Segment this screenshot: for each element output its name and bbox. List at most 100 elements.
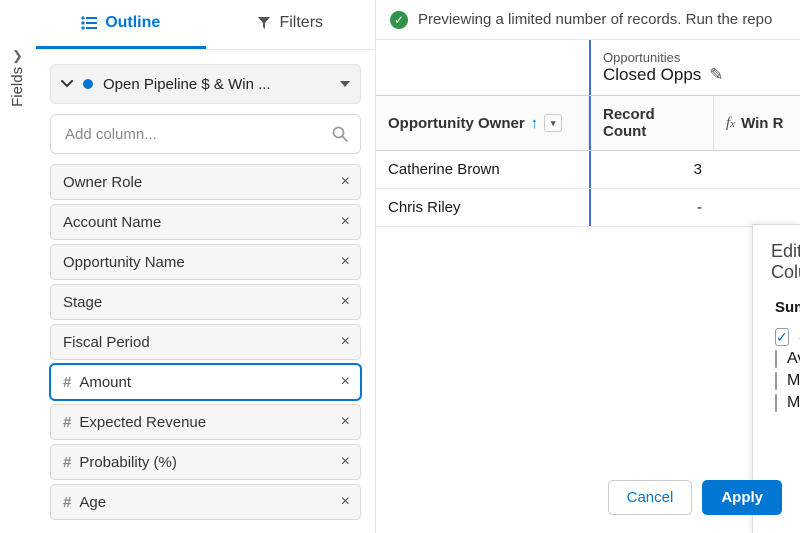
grid-header-spacer xyxy=(376,40,589,95)
summarize-label: Summarize xyxy=(775,299,778,316)
number-icon: # xyxy=(63,374,71,391)
column-item-label: Expected Revenue xyxy=(79,414,332,431)
summarize-option[interactable]: Max xyxy=(775,372,778,390)
group-parent-label: Opportunities xyxy=(603,50,788,65)
cell-owner: Chris Riley xyxy=(376,189,589,226)
remove-column-icon[interactable]: × xyxy=(341,453,350,471)
column-item[interactable]: Owner Role × xyxy=(50,164,361,200)
grid-column-group[interactable]: Opportunities Closed Opps ✎ xyxy=(589,40,800,95)
number-icon: # xyxy=(63,414,71,431)
sort-ascending-icon: ↑ xyxy=(531,115,539,132)
fields-rail-text: Fields xyxy=(9,67,26,107)
cell-record-count: 3 xyxy=(589,151,714,188)
cell-win-rate xyxy=(714,189,800,226)
column-list: Owner Role×Account Name×Opportunity Name… xyxy=(50,164,361,520)
filter-icon xyxy=(257,16,271,30)
group-title: Closed Opps ✎ xyxy=(603,65,788,85)
preview-banner-text: Previewing a limited number of records. … xyxy=(418,11,772,28)
summarize-option-label: Max xyxy=(787,372,800,390)
column-item[interactable]: Opportunity Name × xyxy=(50,244,361,280)
grid-body: Catherine Brown3Chris Riley- xyxy=(376,151,800,227)
popover-title: Edit Column xyxy=(771,241,800,283)
status-dot-icon xyxy=(83,79,93,89)
column-item-label: Fiscal Period xyxy=(63,334,333,351)
column-menu-icon[interactable]: ▾ xyxy=(544,114,562,132)
column-item[interactable]: # Expected Revenue × xyxy=(50,404,361,440)
column-item[interactable]: # Amount × xyxy=(50,364,361,400)
column-item[interactable]: # Age × xyxy=(50,484,361,520)
column-item-label: Owner Role xyxy=(63,174,333,191)
column-header-record-count-label: Record Count xyxy=(603,106,701,140)
summarize-options: ✓Sum Average Max Min xyxy=(775,328,778,412)
cancel-button[interactable]: Cancel xyxy=(608,480,693,515)
report-selector[interactable]: Open Pipeline $ & Win ... xyxy=(50,64,361,104)
grid-header-row: Opportunity Owner ↑ ▾ Record Count fx Wi… xyxy=(376,96,800,151)
table-row[interactable]: Chris Riley- xyxy=(376,189,800,227)
summarize-option[interactable]: Min xyxy=(775,394,778,412)
table-row[interactable]: Catherine Brown3 xyxy=(376,151,800,189)
column-header-win-rate-label: Win R xyxy=(741,115,783,132)
main-area: ✓ Previewing a limited number of records… xyxy=(376,0,800,533)
edit-column-popover: Edit Column × Summarize ✓Sum Average Max Mi… xyxy=(752,224,800,533)
remove-column-icon[interactable]: × xyxy=(341,333,350,351)
side-tabs: Outline Filters xyxy=(36,0,375,50)
summarize-option[interactable]: Average xyxy=(775,350,778,368)
summarize-option-label: Min xyxy=(787,394,800,412)
column-item-label: Amount xyxy=(79,374,332,391)
tab-filters-label: Filters xyxy=(279,14,323,32)
column-item[interactable]: Account Name × xyxy=(50,204,361,240)
add-column-search[interactable] xyxy=(50,114,361,154)
checkbox-icon[interactable] xyxy=(775,372,777,390)
fields-rail[interactable]: Fields ❯ xyxy=(0,0,36,533)
popover-body: Summarize ✓Sum Average Max Min xyxy=(753,295,800,466)
column-item-label: Probability (%) xyxy=(79,454,332,471)
formula-icon: fx xyxy=(726,115,735,132)
column-item-label: Age xyxy=(79,494,332,511)
column-item[interactable]: Stage × xyxy=(50,284,361,320)
checkbox-icon[interactable]: ✓ xyxy=(775,328,789,346)
apply-button[interactable]: Apply xyxy=(702,480,782,515)
tab-outline-label: Outline xyxy=(105,14,160,32)
outline-icon xyxy=(81,16,97,30)
checkbox-icon[interactable] xyxy=(775,394,777,412)
number-icon: # xyxy=(63,454,71,471)
tab-filters[interactable]: Filters xyxy=(206,0,376,49)
summarize-option-label: Average xyxy=(787,350,800,368)
remove-column-icon[interactable]: × xyxy=(341,413,350,431)
caret-down-icon xyxy=(340,81,350,87)
group-title-text: Closed Opps xyxy=(603,65,701,85)
remove-column-icon[interactable]: × xyxy=(341,253,350,271)
column-header-record-count[interactable]: Record Count xyxy=(589,96,714,150)
column-header-owner-label: Opportunity Owner xyxy=(388,115,525,132)
remove-column-icon[interactable]: × xyxy=(341,493,350,511)
chevron-down-icon xyxy=(61,80,73,88)
remove-column-icon[interactable]: × xyxy=(341,293,350,311)
column-item[interactable]: Fiscal Period × xyxy=(50,324,361,360)
cell-record-count: - xyxy=(589,189,714,226)
popover-header: Edit Column × xyxy=(753,225,800,295)
column-header-owner[interactable]: Opportunity Owner ↑ ▾ xyxy=(376,96,589,150)
column-item-label: Stage xyxy=(63,294,333,311)
fields-rail-label: Fields ❯ xyxy=(9,50,26,107)
column-item[interactable]: # Probability (%) × xyxy=(50,444,361,480)
checkbox-icon[interactable] xyxy=(775,350,777,368)
column-item-label: Account Name xyxy=(63,214,333,231)
summarize-option[interactable]: ✓Sum xyxy=(775,328,778,346)
edit-icon[interactable]: ✎ xyxy=(709,65,723,85)
column-header-win-rate[interactable]: fx Win R xyxy=(714,96,800,150)
remove-column-icon[interactable]: × xyxy=(341,213,350,231)
column-item-label: Opportunity Name xyxy=(63,254,333,271)
tab-outline[interactable]: Outline xyxy=(36,0,206,49)
popover-footer: Cancel Apply xyxy=(753,466,800,533)
success-icon: ✓ xyxy=(390,11,408,29)
add-column-input[interactable] xyxy=(63,125,324,144)
panel-body: Open Pipeline $ & Win ... Owner Role×Acc… xyxy=(36,50,375,520)
remove-column-icon[interactable]: × xyxy=(341,173,350,191)
search-icon xyxy=(332,126,348,142)
cell-owner: Catherine Brown xyxy=(376,151,589,188)
side-panel: Outline Filters Open Pipeline $ & Win ..… xyxy=(36,0,376,533)
remove-column-icon[interactable]: × xyxy=(341,373,350,391)
number-icon: # xyxy=(63,494,71,511)
grid-header-group-row: Opportunities Closed Opps ✎ xyxy=(376,40,800,96)
report-selector-label: Open Pipeline $ & Win ... xyxy=(103,76,330,93)
